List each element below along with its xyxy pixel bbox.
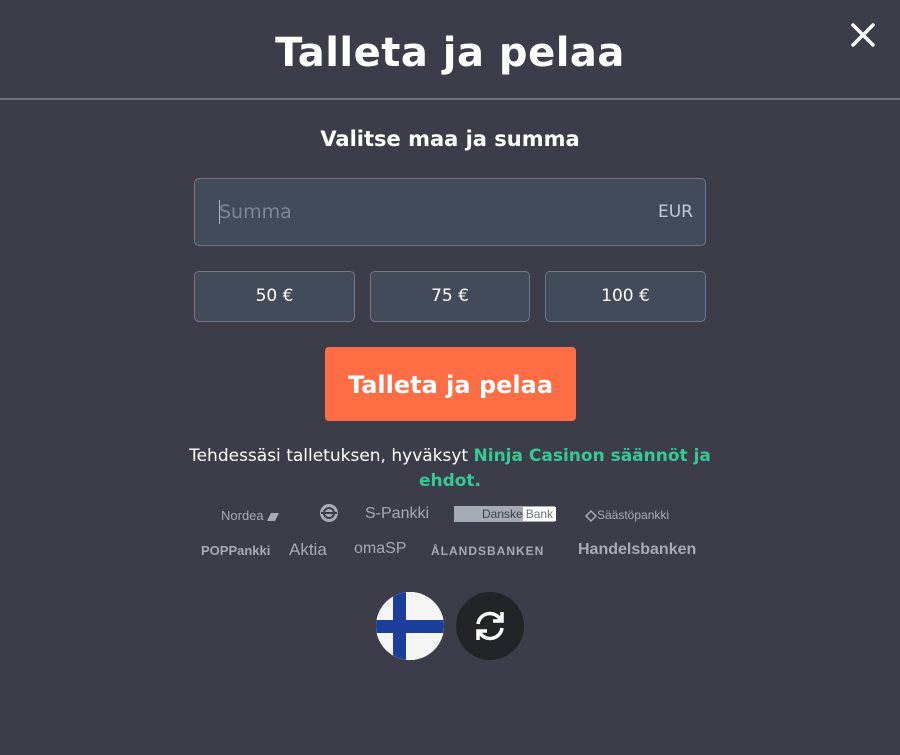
bank-logo-op-icon	[319, 503, 339, 523]
bank-logo-nordea: Nordea	[221, 506, 280, 526]
deposit-play-button[interactable]: Talleta ja pelaa	[325, 347, 576, 421]
bank-logo-alandsbanken: ÅLANDSBANKEN	[431, 544, 545, 558]
bank-logo-saastopankki: Säästöpankki	[584, 505, 670, 525]
bank-logo-poppankki: POPPankki	[201, 543, 271, 558]
amount-input[interactable]	[219, 179, 619, 245]
currency-label: EUR	[658, 202, 693, 222]
preset-amount-75-button[interactable]: 75 €	[370, 271, 530, 322]
amount-field[interactable]: EUR	[194, 178, 706, 246]
preset-amount-50-button[interactable]: 50 €	[194, 271, 355, 322]
bank-logo-danske: Danske Bank	[454, 506, 557, 522]
modal-title: Talleta ja pelaa	[275, 30, 625, 76]
bank-logo-aktia: Aktia	[289, 540, 327, 559]
close-icon[interactable]	[844, 16, 882, 54]
preset-amount-100-button[interactable]: 100 €	[545, 271, 706, 322]
modal-header: Talleta ja pelaa	[0, 0, 900, 100]
bank-name-bank: Bank	[522, 507, 557, 521]
finland-flag-icon[interactable]	[376, 592, 444, 660]
bank-logo-handelsbanken: Handelsbanken	[578, 541, 697, 558]
bank-name: Nordea	[221, 508, 264, 523]
bank-logo-omasp: omaSP	[354, 540, 407, 557]
terms-prefix: Tehdessäsi talletuksen, hyväksyt	[189, 446, 474, 466]
bank-name: Säästöpankki	[597, 508, 670, 522]
terms-text: Tehdessäsi talletuksen, hyväksyt Ninja C…	[180, 444, 720, 494]
form-subtitle: Valitse maa ja summa	[320, 127, 580, 151]
bank-logo-s-pankki: S-Pankki	[365, 505, 430, 522]
refresh-icon[interactable]	[456, 592, 524, 660]
bank-name-danske: Danske	[482, 507, 523, 521]
